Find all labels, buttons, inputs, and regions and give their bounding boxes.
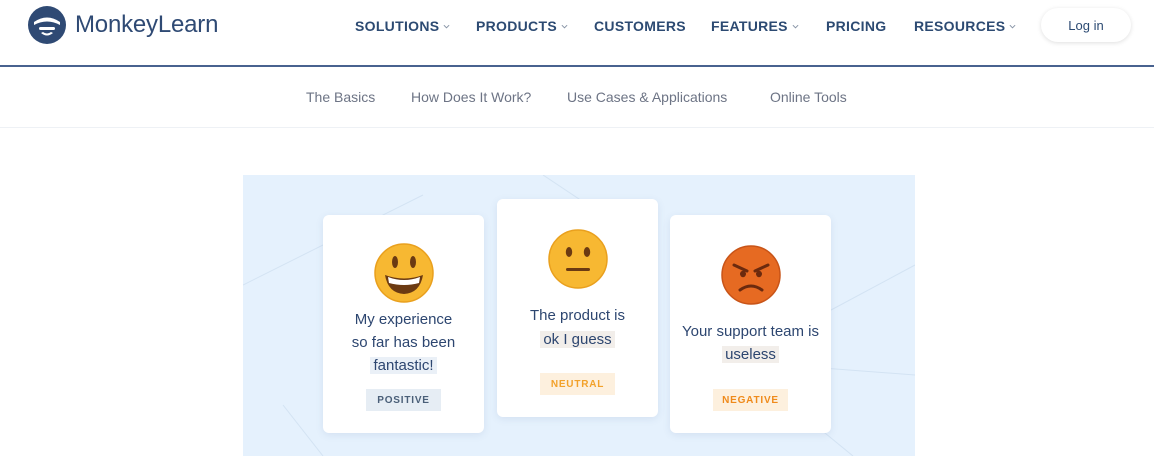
sub-navigation: The Basics How Does It Work? Use Cases &…	[0, 67, 1154, 128]
review-text-line3: fantastic!	[323, 357, 484, 374]
review-text-line1: Your support team is	[681, 323, 820, 340]
highlighted-phrase: useless	[722, 346, 779, 363]
sentiment-badge-positive: POSITIVE	[366, 389, 441, 411]
sentiment-illustration: My experience so far has been fantastic!…	[243, 175, 915, 456]
subnav-item-online-tools[interactable]: Online Tools	[770, 89, 847, 105]
sentiment-card-neutral: The product is ok I guess NEUTRAL	[497, 199, 658, 417]
nav-item-label: SOLUTIONS	[355, 18, 440, 34]
sentiment-badge-neutral: NEUTRAL	[540, 373, 615, 395]
nav-item-solutions[interactable]: SOLUTIONS	[355, 18, 450, 34]
sentiment-card-positive: My experience so far has been fantastic!…	[323, 215, 484, 433]
highlighted-phrase: fantastic!	[370, 357, 437, 374]
subnav-item-the-basics[interactable]: The Basics	[306, 89, 375, 105]
chevron-down-icon	[561, 24, 568, 29]
review-text-line2: so far has been	[351, 334, 456, 351]
grinning-face-icon	[373, 243, 434, 303]
review-text-line1: My experience	[354, 311, 453, 328]
review-text-line1: The product is	[529, 307, 626, 324]
nav-item-label: RESOURCES	[914, 18, 1006, 34]
top-navbar: MonkeyLearn SOLUTIONS PRODUCTS CUSTOMERS…	[0, 0, 1154, 66]
sentiment-card-negative: Your support team is useless NEGATIVE	[670, 215, 831, 433]
main-nav: SOLUTIONS PRODUCTS CUSTOMERS FEATURES PR…	[0, 18, 1154, 38]
neutral-face-icon	[547, 229, 608, 289]
chevron-down-icon	[792, 24, 799, 29]
chevron-down-icon	[443, 24, 450, 29]
subnav-item-how-does-it-work[interactable]: How Does It Work?	[411, 89, 531, 105]
subnav-item-use-cases[interactable]: Use Cases & Applications	[567, 89, 727, 105]
nav-item-label: PRODUCTS	[476, 18, 557, 34]
highlighted-phrase: ok I guess	[540, 331, 615, 348]
nav-item-resources[interactable]: RESOURCES	[914, 18, 1016, 34]
angry-face-icon	[720, 245, 781, 305]
login-button[interactable]: Log in	[1041, 8, 1131, 42]
nav-item-label: FEATURES	[711, 18, 788, 34]
nav-item-features[interactable]: FEATURES	[711, 18, 799, 34]
nav-item-label: PRICING	[826, 18, 887, 34]
nav-item-products[interactable]: PRODUCTS	[476, 18, 568, 34]
sentiment-badge-negative: NEGATIVE	[713, 389, 788, 411]
nav-item-customers[interactable]: CUSTOMERS	[594, 18, 686, 34]
nav-item-label: CUSTOMERS	[594, 18, 686, 34]
review-text-line2: useless	[670, 346, 831, 363]
review-text-line2: ok I guess	[497, 331, 658, 348]
nav-item-pricing[interactable]: PRICING	[826, 18, 886, 34]
chevron-down-icon	[1009, 24, 1016, 29]
